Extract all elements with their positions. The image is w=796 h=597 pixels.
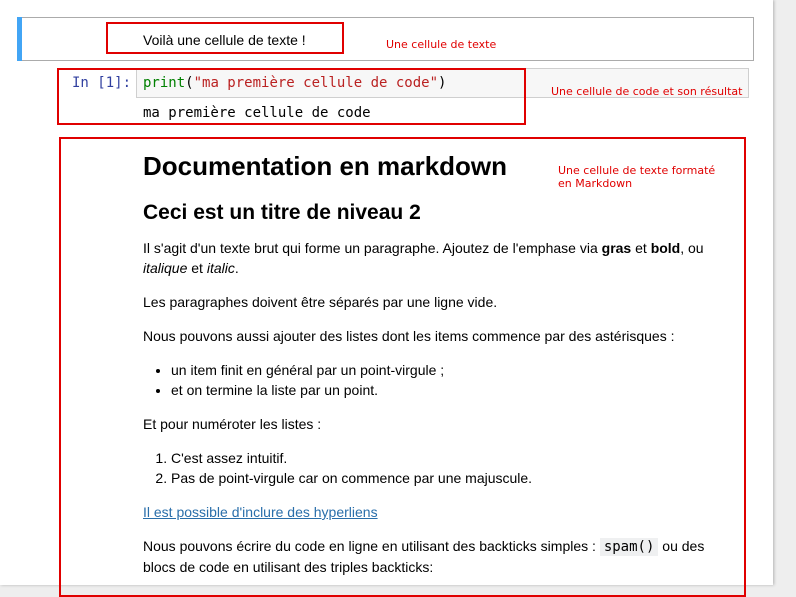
code-close-paren: ) (438, 75, 447, 91)
list-item: C'est assez intuitif. (171, 448, 733, 468)
italic-text: italique (143, 260, 188, 276)
markdown-paragraph-link: Il est possible d'inclure des hyperliens (143, 502, 733, 522)
markdown-heading-2: Ceci est un titre de niveau 2 (143, 201, 421, 224)
annotation-label-code-cell: Une cellule de code et son résultat (551, 85, 743, 98)
annotation-label-markdown-cell: Une cellule de texte formaté en Markdown (558, 164, 715, 190)
code-builtin-print: print (143, 75, 186, 91)
code-open-paren: ( (185, 75, 194, 91)
markdown-paragraph: Et pour numéroter les listes : (143, 416, 322, 432)
inline-code: spam() (599, 538, 659, 556)
annotation-label-line: Une cellule de texte formaté (558, 164, 716, 177)
bold-text: bold (650, 240, 681, 256)
text-run: , ou (680, 240, 704, 256)
annotation-label-line: en Markdown (558, 177, 633, 190)
italic-text: italic (206, 260, 235, 276)
markdown-paragraph: Les paragraphes doivent être séparés par… (143, 294, 498, 310)
annotation-label-text-cell: Une cellule de texte (386, 38, 497, 51)
text-run: et (631, 240, 651, 256)
markdown-paragraph-code: Nous pouvons écrire du code en ligne en … (143, 536, 733, 577)
code-cell-output: ma première cellule de code (143, 105, 371, 121)
markdown-paragraph: Nous pouvons aussi ajouter des listes do… (143, 328, 675, 344)
text-run: Il s'agit d'un texte brut qui forme un p… (143, 240, 602, 256)
numbered-list: C'est assez intuitif. Pas de point-virgu… (143, 448, 733, 488)
bold-text: gras (601, 240, 632, 256)
text-run: . (234, 260, 239, 276)
markdown-paragraph-emphasis: Il s'agit d'un texte brut qui forme un p… (143, 238, 733, 278)
text-run: Nous pouvons écrire du code en ligne en … (143, 538, 600, 554)
bullet-list: un item finit en général par un point-vi… (143, 360, 733, 400)
markdown-cell-text: Voilà une cellule de texte ! (143, 32, 306, 48)
input-prompt: In [1]: (72, 75, 132, 91)
list-item: Pas de point-virgule car on commence par… (171, 468, 733, 488)
markdown-cell-rendered[interactable]: Documentation en markdown Ceci est un ti… (143, 150, 733, 591)
code-string-literal: "ma première cellule de code" (193, 75, 439, 91)
list-item: et on termine la liste par un point. (171, 380, 733, 400)
hyperlink[interactable]: Il est possible d'inclure des hyperliens (143, 504, 378, 520)
text-run: et (187, 260, 207, 276)
list-item: un item finit en général par un point-vi… (171, 360, 733, 380)
cell-selection-bar (17, 17, 22, 61)
